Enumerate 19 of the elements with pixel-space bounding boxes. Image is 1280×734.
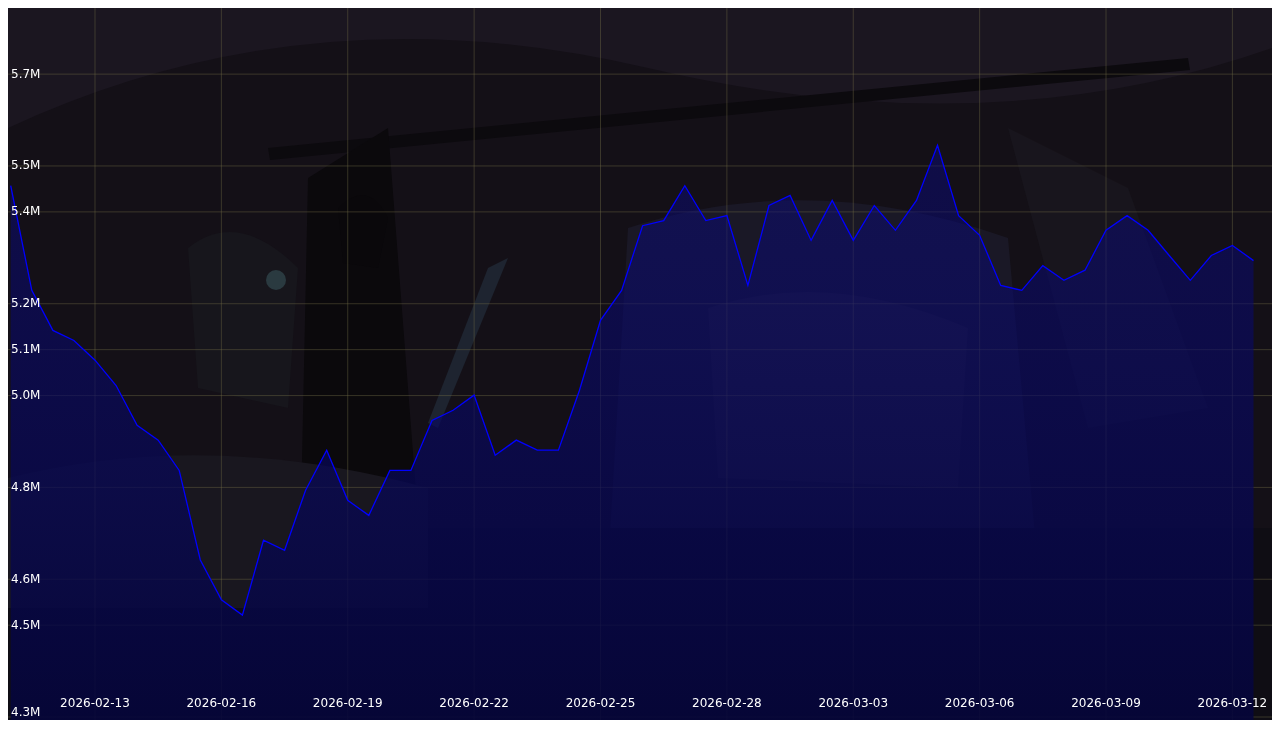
x-tick-label: 2026-03-12 xyxy=(1197,695,1268,710)
y-tick-label: 5.2M xyxy=(11,296,41,311)
x-tick-label: 2026-02-22 xyxy=(439,695,509,710)
y-tick-label: 4.3M xyxy=(11,704,41,719)
y-tick-label: 5.0M xyxy=(11,388,41,403)
y-tick-label: 4.8M xyxy=(11,479,41,494)
x-tick-label: 2026-02-28 xyxy=(692,695,762,710)
x-tick-label: 2026-03-03 xyxy=(818,695,889,710)
y-tick-label: 4.6M xyxy=(11,571,41,586)
y-tick-label: 4.5M xyxy=(11,617,41,632)
y-tick-label: 5.1M xyxy=(11,342,41,357)
x-tick-label: 2026-02-16 xyxy=(186,695,257,710)
x-tick-label: 2026-03-09 xyxy=(1071,695,1141,710)
x-tick-label: 2026-02-19 xyxy=(312,695,383,710)
x-tick-label: 2026-03-06 xyxy=(944,695,1015,710)
x-tick-label: 2026-02-13 xyxy=(60,695,130,710)
x-tick-label: 2026-02-25 xyxy=(565,695,636,710)
y-tick-label: 5.7M xyxy=(11,66,41,81)
y-tick-label: 5.5M xyxy=(11,158,41,173)
